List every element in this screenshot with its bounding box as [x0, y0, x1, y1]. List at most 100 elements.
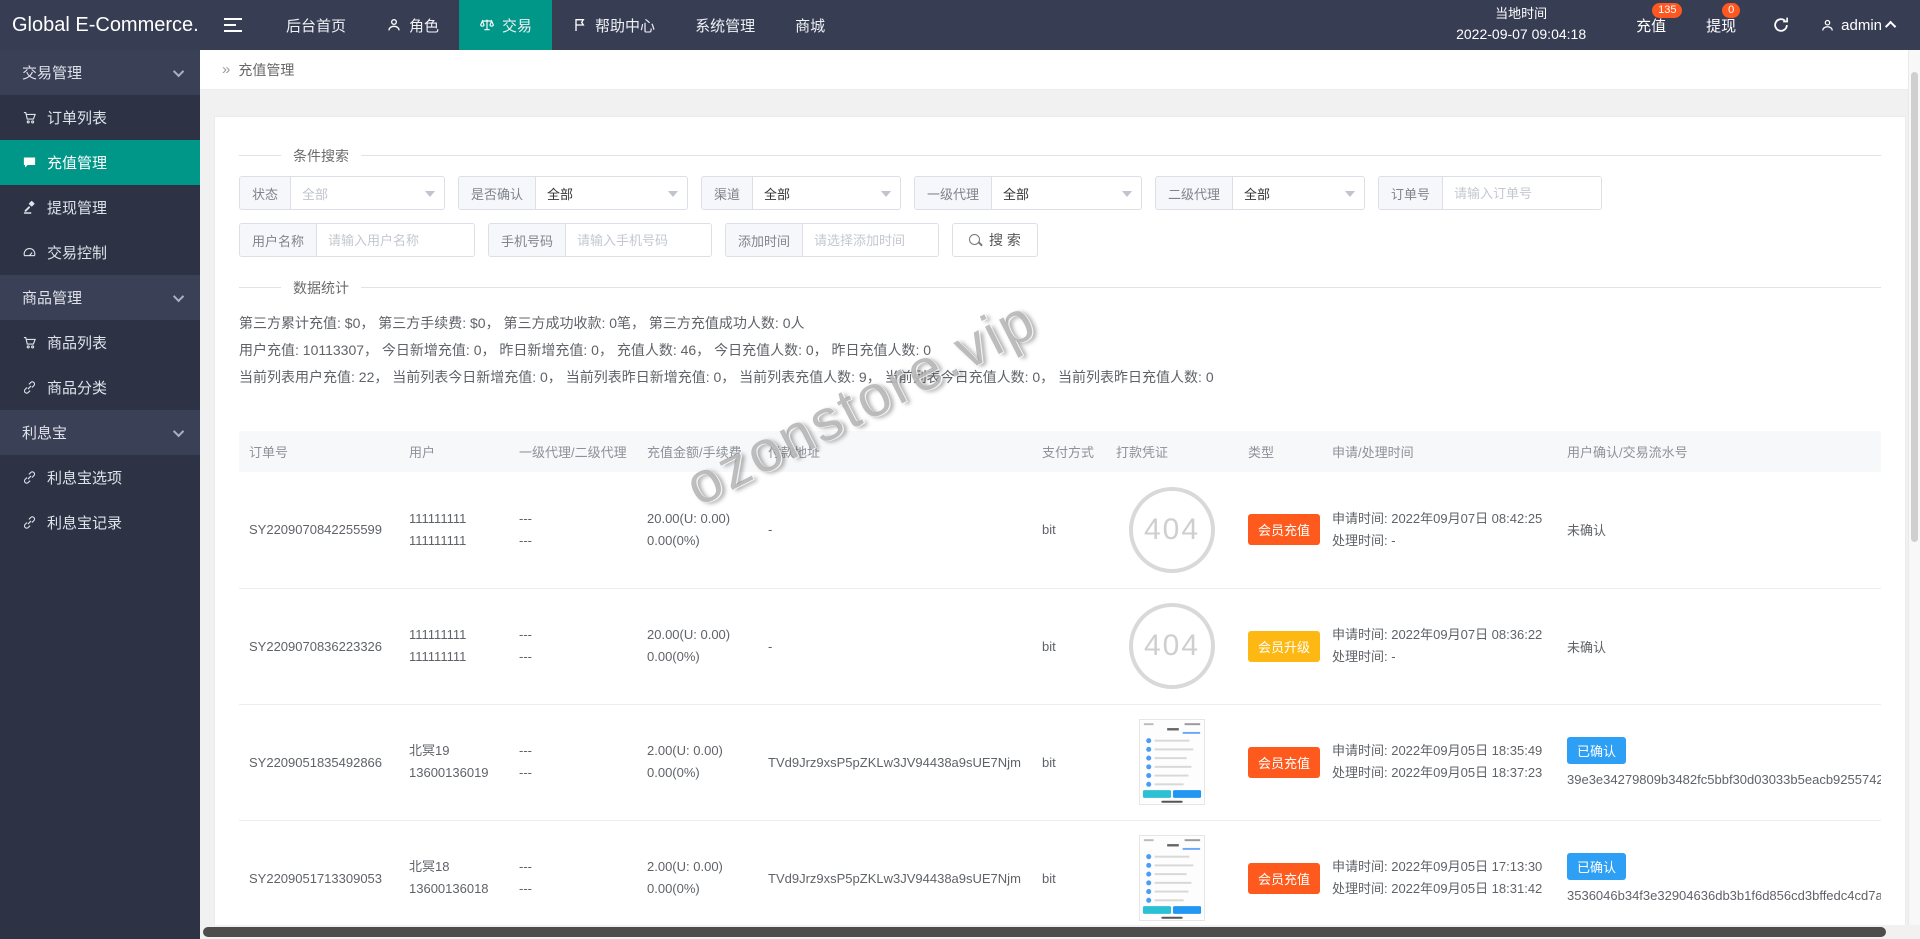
scales-icon — [480, 19, 495, 31]
type-badge: 会员充值 — [1248, 862, 1321, 894]
cell-confirm-txid: 未确认 — [1557, 472, 1881, 589]
flag-icon — [575, 19, 585, 31]
chevron-down-icon — [172, 290, 185, 302]
sidebar-toggle-icon[interactable] — [200, 0, 266, 50]
chevron-down-icon — [881, 191, 891, 197]
unconfirmed-text: 未确认 — [1567, 523, 1607, 539]
recharge-count-badge: 135 — [1652, 2, 1683, 18]
status-select[interactable]: 状态 全部 — [239, 176, 445, 210]
vertical-scrollbar — [1908, 50, 1920, 925]
cell-agents: --- --- — [509, 820, 637, 937]
sidebar-group-trade-management[interactable]: 交易管理 — [0, 50, 200, 95]
horizontal-scrollbar — [200, 925, 1920, 939]
sidebar-group-interest-treasure[interactable]: 利息宝 — [0, 410, 200, 455]
chevron-down-icon — [172, 65, 185, 77]
sidebar-item-goods-category[interactable]: 商品分类 — [0, 365, 200, 410]
stats-line-users: 用户充值: 10113307， 今日新增充值: 0， 昨日新增充值: 0， 充值… — [239, 342, 932, 358]
col-order-no: 订单号 — [239, 431, 399, 472]
cell-confirm-txid: 未确认 — [1557, 588, 1881, 705]
confirmed-badge[interactable]: 已确认 — [1567, 737, 1627, 764]
col-voucher: 打款凭证 — [1106, 431, 1238, 472]
nav-item-system[interactable]: 系统管理 — [675, 0, 775, 50]
nav-item-roles[interactable]: 角色 — [366, 0, 459, 50]
agent2-select[interactable]: 二级代理 全部 — [1155, 176, 1365, 210]
nav-item-help-center[interactable]: 帮助中心 — [552, 0, 675, 50]
cell-type: 会员充值 — [1238, 704, 1322, 821]
table-header-row: 订单号 用户 一级代理/二级代理 充值金额/手续费 付款地址 支付方式 打款凭证… — [239, 431, 1881, 472]
cell-user: 北冥19 13600136019 — [399, 704, 509, 821]
cell-user: 111111111 111111111 — [399, 472, 509, 589]
cell-order-no: SY2209070842255599 — [239, 472, 399, 589]
cell-apply-process-time: 申请时间: 2022年09月07日 08:42:25 处理时间: - — [1322, 472, 1557, 589]
recharge-panel: 条件搜索 状态 全部 是否确认 全部 渠道 全部 一级代理 全部 二级代理 全部… — [214, 116, 1906, 939]
username-field: 用户名称 — [239, 223, 475, 257]
col-type: 类型 — [1238, 431, 1322, 472]
nav-item-trade[interactable]: 交易 — [459, 0, 553, 50]
search-icon — [969, 234, 981, 246]
unconfirmed-text: 未确认 — [1567, 639, 1607, 655]
recharge-table: 订单号 用户 一级代理/二级代理 充值金额/手续费 付款地址 支付方式 打款凭证… — [239, 286, 1881, 939]
user-icon — [1822, 19, 1833, 31]
stats-line-thirdparty: 第三方累计充值: $0， 第三方手续费: $0， 第三方成功收款: 0笔， 第三… — [239, 315, 805, 331]
channel-select[interactable]: 渠道 全部 — [701, 176, 901, 210]
confirmed-badge[interactable]: 已确认 — [1567, 853, 1627, 880]
chevron-down-icon — [1122, 191, 1132, 197]
phone-input[interactable] — [566, 224, 711, 256]
link-icon — [23, 516, 36, 529]
sidebar: 交易管理 订单列表 充值管理 提现管理 交易控制 商品管理 商品列表 商品分类 … — [0, 50, 200, 939]
withdraw-notice-link[interactable]: 提现 0 — [1706, 2, 1741, 36]
cell-confirm-txid: 已确认 3536046b34f3e32904636db3b1f6d856cd3b… — [1557, 820, 1881, 937]
link-icon — [23, 381, 36, 394]
sidebar-item-withdraw-management[interactable]: 提现管理 — [0, 185, 200, 230]
table-row: SY2209051713309053 北冥18 13600136018 --- --… — [239, 820, 1881, 937]
cell-amount-fee: 2.00(U: 0.00) 0.00(0%) — [637, 704, 758, 821]
username-input[interactable] — [317, 224, 474, 256]
breadcrumb-arrows-icon: » — [222, 61, 231, 78]
type-badge: 会员升级 — [1248, 630, 1321, 662]
sidebar-item-interest-options[interactable]: 利息宝选项 — [0, 455, 200, 500]
cell-voucher: 404 — [1106, 588, 1238, 705]
stats-section: 数据统计 第三方累计充值: $0， 第三方手续费: $0， 第三方成功收款: 0… — [239, 278, 1881, 409]
chevron-down-icon — [172, 425, 185, 437]
sidebar-item-order-list[interactable]: 订单列表 — [0, 95, 200, 140]
order-no-input[interactable] — [1443, 177, 1601, 209]
sidebar-group-goods-management[interactable]: 商品管理 — [0, 275, 200, 320]
cell-voucher — [1106, 704, 1238, 821]
cell-apply-process-time: 申请时间: 2022年09月05日 17:13:30 处理时间: 2022年09月… — [1322, 820, 1557, 937]
search-section: 条件搜索 状态 全部 是否确认 全部 渠道 全部 一级代理 全部 二级代理 全部… — [239, 146, 1881, 257]
horizontal-scrollbar-thumb[interactable] — [203, 927, 1886, 937]
chevron-down-icon — [425, 191, 435, 197]
cart-icon — [23, 336, 36, 349]
cell-user: 北冥18 13600136018 — [399, 820, 509, 937]
transaction-hash: 3536046b34f3e32904636db3b1f6d856cd3bffed… — [1567, 888, 1881, 903]
cell-pay-address: TVd9Jrz9xsP5pZKLw3JV94438a9sUE7Njm — [758, 704, 1032, 821]
sidebar-item-goods-list[interactable]: 商品列表 — [0, 320, 200, 365]
agent1-select[interactable]: 一级代理 全部 — [914, 176, 1142, 210]
nav-item-mall[interactable]: 商城 — [775, 0, 845, 50]
refresh-icon[interactable] — [1772, 16, 1790, 34]
user-menu[interactable]: admin — [1820, 17, 1897, 34]
confirm-select[interactable]: 是否确认 全部 — [458, 176, 688, 210]
cell-type: 会员充值 — [1238, 472, 1322, 589]
vertical-scrollbar-thumb[interactable] — [1911, 72, 1918, 542]
voucher-thumbnail[interactable] — [1139, 719, 1205, 805]
recharge-notice-link[interactable]: 充值 135 — [1636, 2, 1683, 36]
chevron-down-icon — [668, 191, 678, 197]
stats-line-current-list: 当前列表用户充值: 22， 当前列表今日新增充值: 0， 当前列表昨日新增充值:… — [239, 369, 1214, 385]
cell-type: 会员升级 — [1238, 588, 1322, 705]
withdraw-count-badge: 0 — [1722, 2, 1741, 18]
search-button[interactable]: 搜 索 — [952, 223, 1038, 257]
cell-pay-address: TVd9Jrz9xsP5pZKLw3JV94438a9sUE7Njm — [758, 820, 1032, 937]
sidebar-item-trade-control[interactable]: 交易控制 — [0, 230, 200, 275]
add-time-input[interactable] — [803, 224, 938, 256]
voucher-thumbnail[interactable] — [1139, 835, 1205, 921]
cell-pay-address: - — [758, 472, 1032, 589]
col-agents: 一级代理/二级代理 — [509, 431, 637, 472]
broken-image-404-placeholder[interactable]: 404 — [1129, 486, 1215, 573]
sidebar-item-interest-records[interactable]: 利息宝记录 — [0, 500, 200, 545]
nav-item-dashboard[interactable]: 后台首页 — [266, 0, 366, 50]
col-user: 用户 — [399, 431, 509, 472]
cell-apply-process-time: 申请时间: 2022年09月05日 18:35:49 处理时间: 2022年09月… — [1322, 704, 1557, 821]
broken-image-404-placeholder[interactable]: 404 — [1129, 603, 1215, 689]
sidebar-item-recharge-management[interactable]: 充值管理 — [0, 140, 200, 185]
